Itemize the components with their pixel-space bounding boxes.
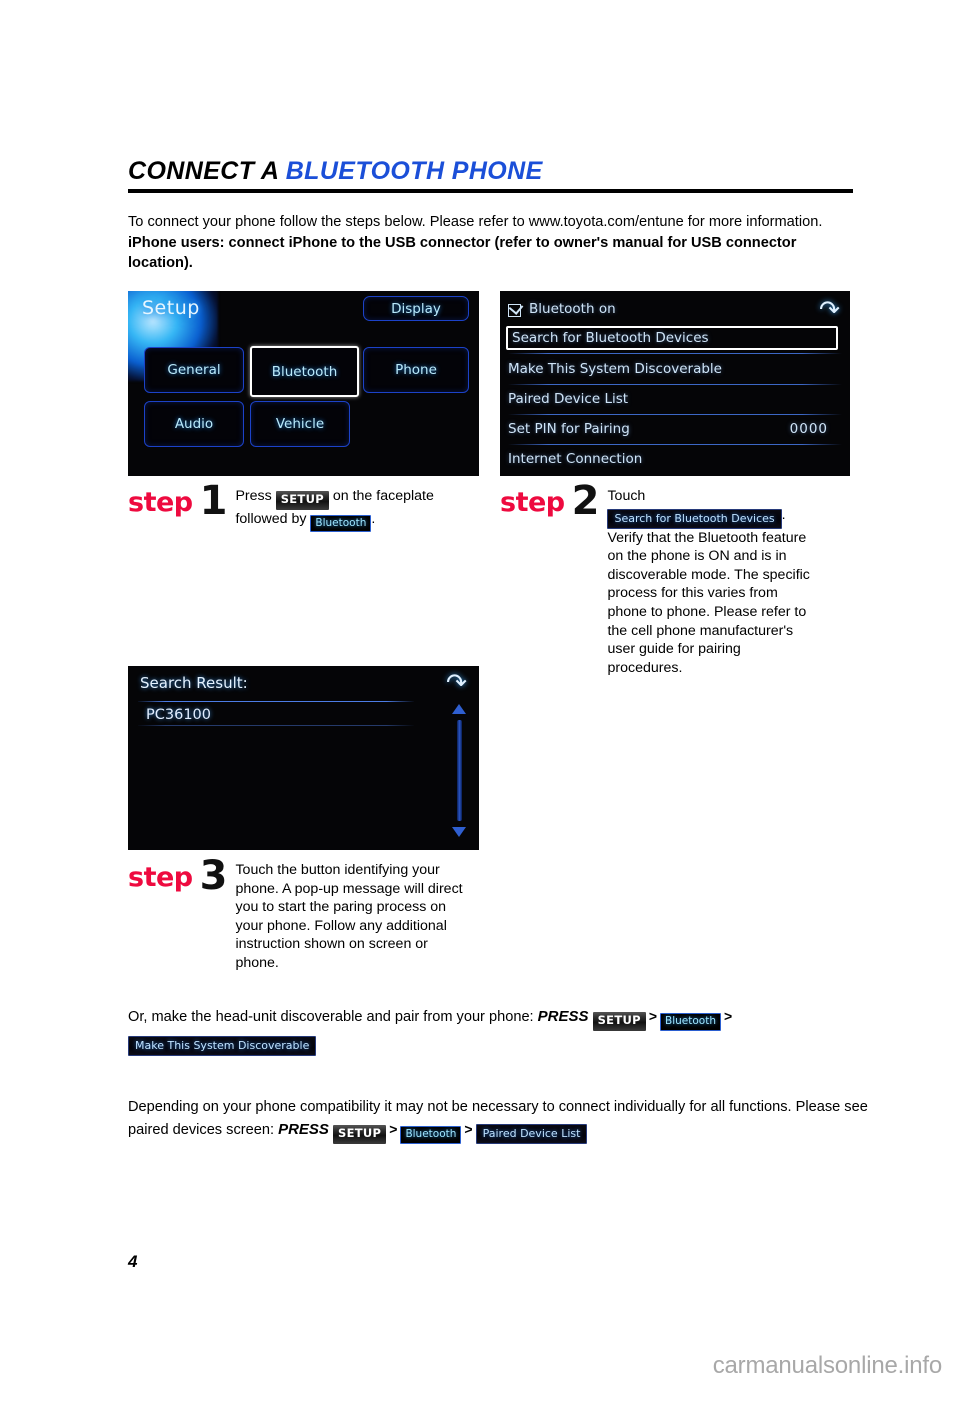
menu-row-make-discoverable[interactable]: Make This System Discoverable <box>508 355 842 383</box>
intro-line-1: To connect your phone follow the steps b… <box>128 214 823 230</box>
search-result-divider <box>138 701 414 702</box>
search-result-heading: Search Result: <box>140 674 248 692</box>
scroll-down-arrow-icon[interactable] <box>452 827 466 837</box>
step-3-block: step 3 Touch the button identifying your… <box>128 853 488 973</box>
page-title-text: CONNECT A BLUETOOTH PHONE <box>128 158 853 184</box>
menu-row-internet-connection-label: Internet Connection <box>508 451 643 467</box>
intro-line-2: iPhone users: connect iPhone to the USB … <box>128 234 797 272</box>
step-2-text-a: Touch <box>607 488 646 504</box>
note-1-press: PRESS <box>537 1008 589 1025</box>
setup-tile-phone[interactable]: Phone <box>363 347 469 393</box>
search-result-divider <box>138 725 414 726</box>
step-2-text-b: . Verify that the Bluetooth feature on t… <box>607 506 810 676</box>
menu-row-search-devices[interactable]: Search for Bluetooth Devices <box>506 326 838 350</box>
paired-device-list-badge[interactable]: Paired Device List <box>475 1124 588 1144</box>
step-1-text: Press SETUP on the faceplate followed by… <box>235 484 480 532</box>
step-2-number: 2 <box>571 478 600 524</box>
step-3-number: 3 <box>199 853 228 899</box>
setup-screen-heading: Setup <box>142 297 200 319</box>
title-underline-rule <box>128 189 853 194</box>
menu-row-set-pin[interactable]: Set PIN for Pairing 0000 <box>508 415 842 443</box>
back-arrow-icon[interactable]: ↶ <box>819 295 840 324</box>
menu-row-set-pin-label: Set PIN for Pairing <box>508 421 630 437</box>
bluetooth-on-label: Bluetooth on <box>529 301 616 317</box>
chain-separator: > <box>724 1008 733 1024</box>
step-2-word: step <box>500 487 565 518</box>
note-2-press: PRESS <box>278 1121 329 1138</box>
menu-row-paired-device-list[interactable]: Paired Device List <box>508 385 842 413</box>
step-1-text-a: Press <box>235 488 276 504</box>
search-for-bluetooth-devices-badge[interactable]: Search for Bluetooth Devices <box>607 508 782 529</box>
back-arrow-icon[interactable]: ↶ <box>446 668 467 697</box>
step-1-block: step 1 Press SETUP on the faceplate foll… <box>128 478 480 532</box>
manual-page: CONNECT A BLUETOOTH PHONE To connect you… <box>0 0 960 1403</box>
bluetooth-button-badge[interactable]: Bluetooth <box>400 1126 462 1144</box>
setup-button-badge[interactable]: SETUP <box>275 491 329 510</box>
setup-button-badge[interactable]: SETUP <box>333 1125 387 1144</box>
page-title-blue: BLUETOOTH PHONE <box>285 157 543 185</box>
checkbox-checked-icon <box>508 303 521 317</box>
search-result-device-item[interactable]: PC36100 <box>146 707 211 723</box>
menu-divider <box>508 353 842 354</box>
setup-tile-general[interactable]: General <box>144 347 244 393</box>
step-1-text-c: . <box>371 510 376 527</box>
step-1-word: step <box>128 487 193 518</box>
chain-separator: > <box>648 1008 658 1024</box>
setup-tile-audio[interactable]: Audio <box>144 401 244 447</box>
scroll-up-arrow-icon[interactable] <box>452 704 466 714</box>
note-paired-devices: Depending on your phone compatibility it… <box>128 1096 868 1144</box>
setup-tile-display[interactable]: Display <box>363 296 469 321</box>
step-3-text: Touch the button identifying your phone.… <box>235 862 463 971</box>
scroll-thumb[interactable] <box>457 720 462 821</box>
menu-row-make-discoverable-label: Make This System Discoverable <box>508 361 722 377</box>
page-number: 4 <box>128 1252 138 1271</box>
intro-paragraph: To connect your phone follow the steps b… <box>128 212 863 274</box>
setup-tile-bluetooth[interactable]: Bluetooth <box>250 346 359 397</box>
chain-separator: > <box>464 1121 473 1137</box>
bluetooth-button-badge[interactable]: Bluetooth <box>660 1013 722 1031</box>
watermark: carmanualsonline.info <box>712 1352 942 1379</box>
setup-button-badge[interactable]: SETUP <box>592 1012 646 1031</box>
setup-screen-image: Setup Display General Bluetooth Phone Au… <box>128 291 479 476</box>
menu-row-set-pin-value: 0000 <box>789 421 828 437</box>
menu-row-internet-connection[interactable]: Internet Connection <box>508 445 842 473</box>
step-1-number: 1 <box>199 478 228 524</box>
note-1-lead: Or, make the head-unit discoverable and … <box>128 1009 538 1025</box>
step-2-block: step 2 Touch Search for Bluetooth Device… <box>500 478 852 677</box>
step-2-text: Touch Search for Bluetooth Devices. Veri… <box>607 484 815 677</box>
scrollbar[interactable] <box>452 704 466 837</box>
setup-tile-vehicle[interactable]: Vehicle <box>250 401 350 447</box>
note-discoverable: Or, make the head-unit discoverable and … <box>128 1005 868 1056</box>
page-title: CONNECT A BLUETOOTH PHONE <box>128 158 853 194</box>
bluetooth-menu-screen-image: Bluetooth on ↶ Search for Bluetooth Devi… <box>500 291 850 476</box>
step-3-word: step <box>128 862 193 893</box>
page-title-black: CONNECT A <box>128 157 286 185</box>
bluetooth-on-toggle-row[interactable]: Bluetooth on <box>508 295 842 323</box>
search-result-screen-image: Search Result: ↶ PC36100 <box>128 666 479 850</box>
bluetooth-button-badge[interactable]: Bluetooth <box>310 514 372 532</box>
make-this-system-discoverable-badge[interactable]: Make This System Discoverable <box>128 1035 317 1056</box>
menu-row-paired-device-list-label: Paired Device List <box>508 391 629 407</box>
menu-row-search-devices-label: Search for Bluetooth Devices <box>512 330 709 346</box>
chain-separator: > <box>389 1121 398 1137</box>
